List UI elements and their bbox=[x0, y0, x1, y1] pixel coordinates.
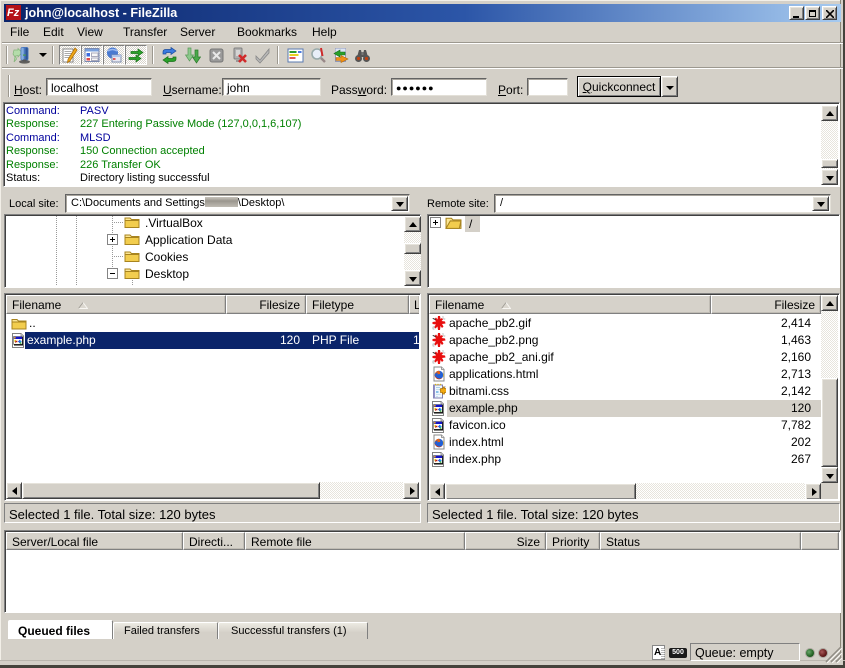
svg-text:Fz: Fz bbox=[7, 7, 20, 19]
